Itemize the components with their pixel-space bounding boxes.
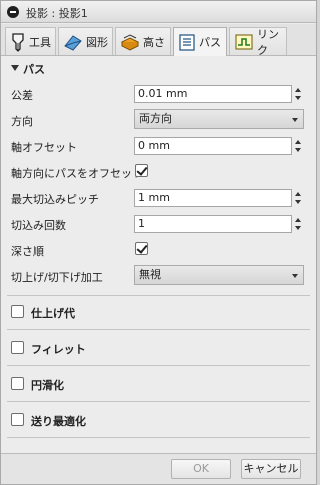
section-divider [7,437,310,438]
operation-dialog: 投影 : 投影1 工具 図形 高さ パス リンク パス 公差 0.01 mm 方… [0,0,317,485]
smoothing-section[interactable]: 円滑化 [1,373,316,395]
tab-tool-label: 工具 [29,35,51,49]
chevron-down-icon [292,274,298,278]
title-bar[interactable]: 投影 : 投影1 [1,1,316,23]
fillet-label: フィレット [31,343,86,356]
axial-offset-spinner[interactable] [293,137,303,155]
stock-to-leave-label: 仕上げ代 [31,307,75,320]
stepdown-count-label: 切込み回数 [11,219,66,232]
tab-bar: 工具 図形 高さ パス リンク [1,24,316,57]
offset-passes-checkbox[interactable] [135,164,148,177]
tab-geometry[interactable]: 図形 [58,27,113,55]
section-divider [7,401,310,402]
axial-offset-label: 軸オフセット [11,141,77,154]
tolerance-spinner[interactable] [293,85,303,103]
direction-label: 方向 [11,115,33,128]
cancel-button[interactable]: キャンセル [241,459,301,479]
stepdown-count-input[interactable]: 1 [134,215,292,233]
fillet-section[interactable]: フィレット [1,337,316,359]
dialog-title: 投影 : 投影1 [26,7,88,20]
chevron-down-icon [292,118,298,122]
section-divider [7,365,310,366]
ramp-select[interactable]: 無視 [134,265,304,285]
max-stepdown-input[interactable]: 1 mm [134,189,292,207]
depth-first-checkbox[interactable] [135,242,148,255]
max-stepdown-label: 最大切込みピッチ [11,193,99,206]
axial-offset-input[interactable]: 0 mm [134,137,292,155]
feed-optimization-section[interactable]: 送り最適化 [1,409,316,431]
passes-icon [179,34,195,51]
passes-section-header[interactable]: パス [1,58,316,78]
tab-heights-label: 高さ [143,35,165,49]
tab-geometry-label: 図形 [86,35,108,49]
stock-to-leave-section[interactable]: 仕上げ代 [1,301,316,323]
tab-heights[interactable]: 高さ [115,27,171,55]
smoothing-label: 円滑化 [31,379,64,392]
depth-first-label: 深さ順 [11,245,44,258]
dialog-footer: OK キャンセル [1,453,316,484]
tab-linking[interactable]: リンク [229,27,287,57]
geometry-icon [64,34,82,51]
smoothing-checkbox[interactable] [11,377,24,390]
passes-section-title: パス [23,63,45,76]
tolerance-input[interactable]: 0.01 mm [134,85,292,103]
max-stepdown-spinner[interactable] [293,189,303,207]
collapse-dialog-icon[interactable] [7,6,19,18]
ok-button[interactable]: OK [171,459,231,479]
feed-optimization-checkbox[interactable] [11,413,24,426]
heights-icon [120,33,140,51]
expand-triangle-icon[interactable] [11,65,19,71]
direction-select[interactable]: 両方向 [134,109,304,129]
tab-tool[interactable]: 工具 [5,27,56,55]
ramp-label: 切上げ/切下げ加工 [11,271,103,284]
fillet-checkbox[interactable] [11,341,24,354]
ramp-value: 無視 [139,268,161,281]
feed-optimization-label: 送り最適化 [31,415,86,428]
section-divider [7,295,310,296]
tolerance-label: 公差 [11,89,33,102]
direction-value: 両方向 [139,112,172,125]
tab-passes-label: パス [199,36,221,49]
offset-passes-label: 軸方向にパスをオフセット [11,167,143,180]
linking-icon [235,34,253,49]
stock-to-leave-checkbox[interactable] [11,305,24,318]
tab-passes[interactable]: パス [173,27,227,56]
section-divider [7,329,310,330]
tool-icon [12,32,24,52]
stepdown-count-spinner[interactable] [293,215,303,233]
tab-linking-label: リンク [257,27,279,57]
